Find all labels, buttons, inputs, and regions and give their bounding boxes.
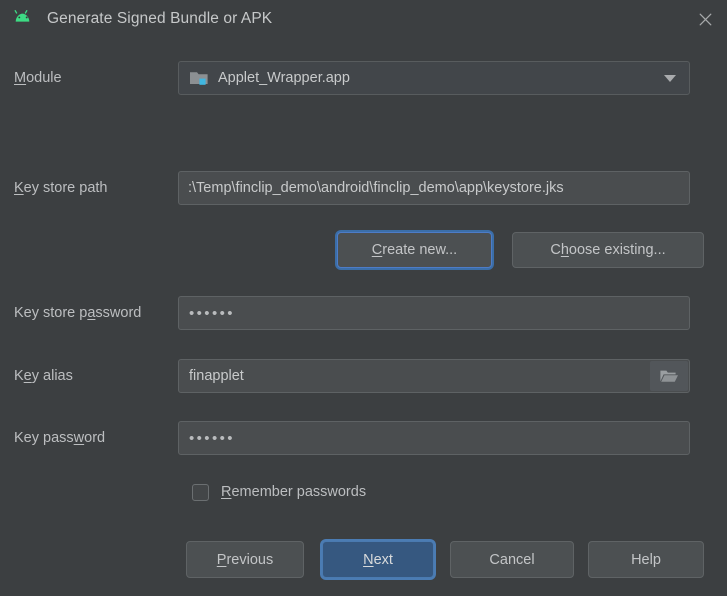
- close-icon[interactable]: [689, 4, 721, 34]
- remember-passwords-label: Remember passwords: [221, 484, 366, 500]
- remember-passwords-row[interactable]: Remember passwords: [192, 480, 366, 504]
- folder-open-icon[interactable]: [650, 361, 688, 391]
- key-store-path-label: Key store path: [0, 180, 178, 196]
- android-robot-icon: [11, 7, 35, 31]
- key-password-row: Key password ••••••: [0, 421, 727, 455]
- cancel-button[interactable]: Cancel: [450, 541, 574, 578]
- module-folder-icon: [189, 69, 209, 87]
- generate-signed-bundle-dialog: Generate Signed Bundle or APK Module App…: [0, 0, 727, 596]
- key-store-path-row: Key store path :\Temp\finclip_demo\andro…: [0, 171, 727, 205]
- module-row: Module Applet_Wrapper.app: [0, 61, 727, 95]
- module-select[interactable]: Applet_Wrapper.app: [178, 61, 690, 95]
- key-password-label: Key password: [0, 430, 178, 446]
- key-alias-row: Key alias finapplet: [0, 359, 727, 393]
- previous-button[interactable]: Previous: [186, 541, 304, 578]
- help-button[interactable]: Help: [588, 541, 704, 578]
- keystore-action-buttons: Create new... Choose existing...: [0, 231, 727, 269]
- key-store-path-input[interactable]: :\Temp\finclip_demo\android\finclip_demo…: [178, 171, 690, 205]
- key-alias-input[interactable]: finapplet: [178, 359, 690, 393]
- choose-existing-button[interactable]: Choose existing...: [512, 232, 704, 268]
- key-alias-label: Key alias: [0, 368, 178, 384]
- key-alias-value: finapplet: [189, 368, 244, 384]
- chevron-down-icon[interactable]: [651, 62, 689, 94]
- key-store-password-row: Key store password ••••••: [0, 296, 727, 330]
- module-label: Module: [0, 70, 178, 86]
- key-password-value: ••••••: [189, 431, 235, 446]
- key-password-input[interactable]: ••••••: [178, 421, 690, 455]
- key-store-password-value: ••••••: [189, 306, 235, 321]
- key-store-password-label: Key store password: [0, 305, 178, 321]
- dialog-footer: Previous Next Cancel Help: [0, 541, 727, 581]
- dialog-title: Generate Signed Bundle or APK: [47, 10, 272, 28]
- remember-passwords-checkbox[interactable]: [192, 484, 209, 501]
- key-store-password-input[interactable]: ••••••: [178, 296, 690, 330]
- create-new-button[interactable]: Create new...: [337, 232, 492, 268]
- key-store-path-value: :\Temp\finclip_demo\android\finclip_demo…: [188, 180, 564, 196]
- next-button[interactable]: Next: [322, 541, 434, 578]
- dialog-titlebar: Generate Signed Bundle or APK: [0, 0, 727, 38]
- module-value: Applet_Wrapper.app: [218, 70, 350, 86]
